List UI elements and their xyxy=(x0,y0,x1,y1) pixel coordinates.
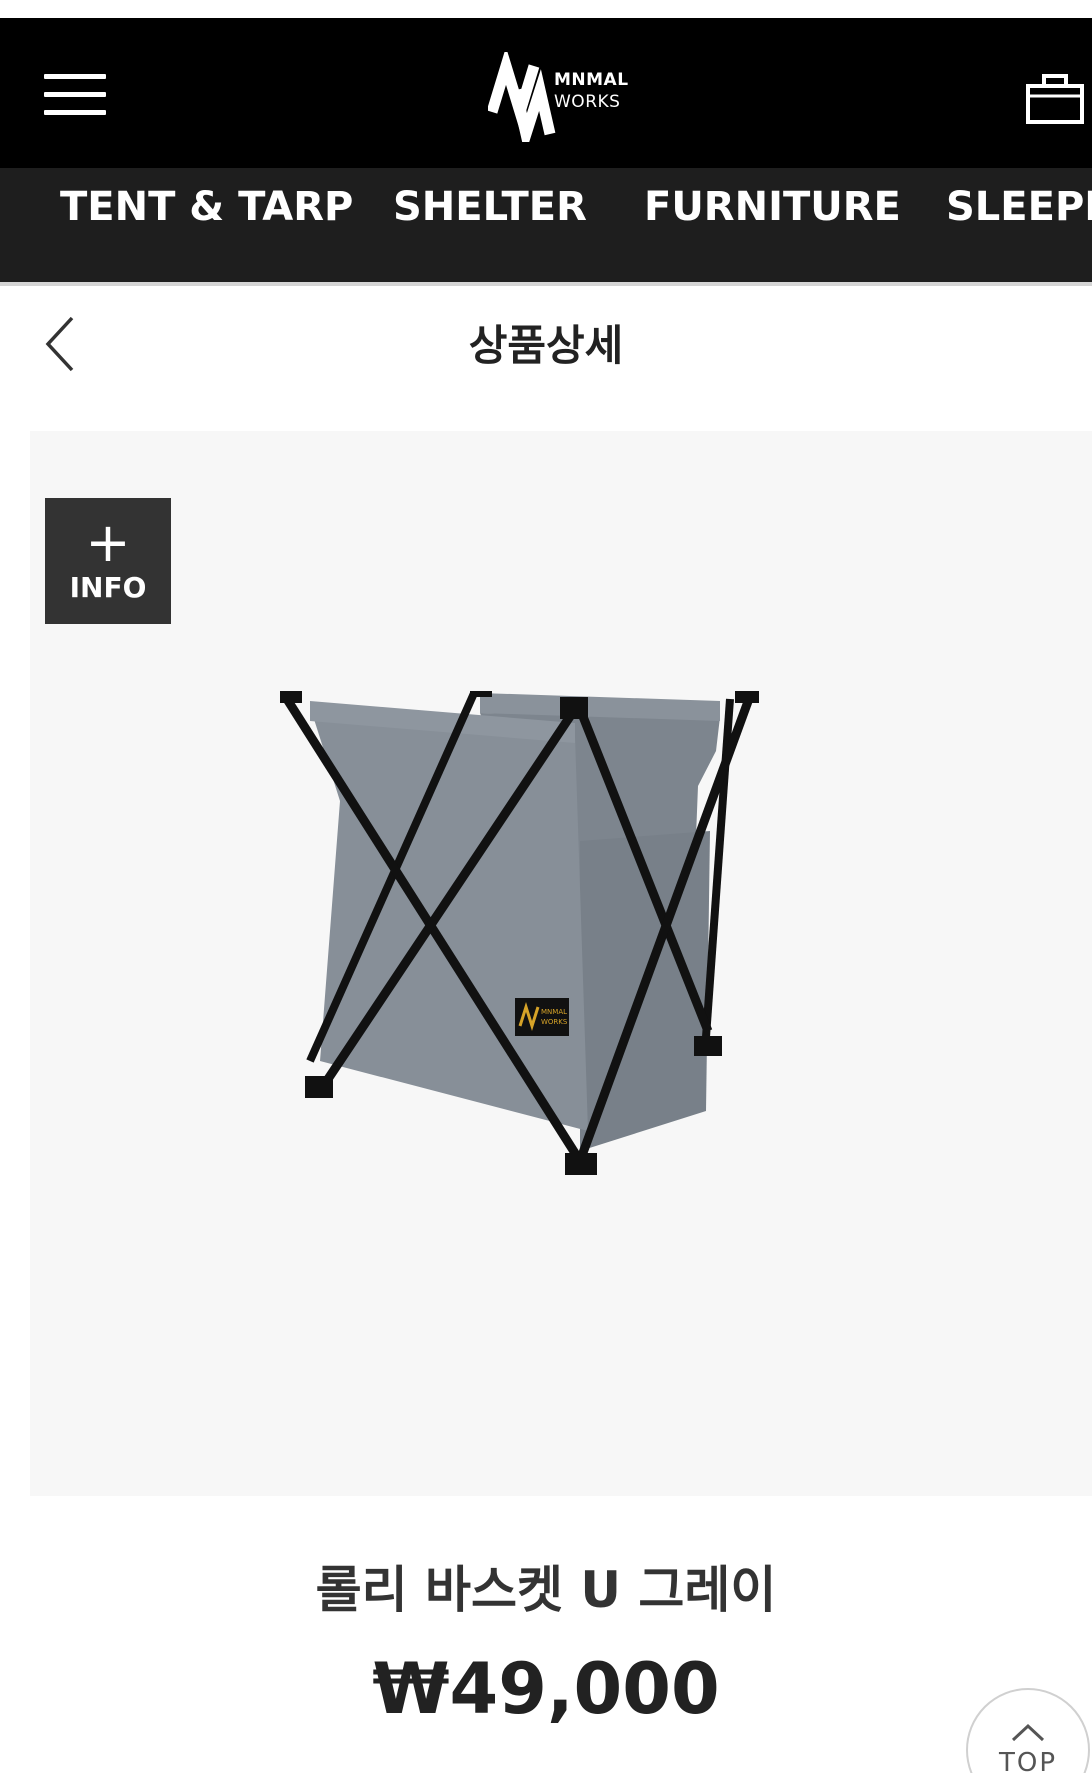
patch-label-works: WORKS xyxy=(541,1018,568,1026)
patch-label-mnmal: MNMAL xyxy=(541,1008,567,1016)
status-strip xyxy=(0,0,1092,18)
basket-product-illustration: MNMAL WORKS xyxy=(280,691,759,1175)
site-header: MNMAL WORKS xyxy=(0,18,1092,168)
category-sleeping[interactable]: SLEEPIN xyxy=(946,168,1092,282)
shopping-bag-icon xyxy=(1026,74,1084,124)
product-price: ₩49,000 xyxy=(372,1648,720,1730)
product-name: 롤리 바스켓 U 그레이 xyxy=(315,1561,777,1619)
brand-logo[interactable]: MNMAL WORKS xyxy=(486,47,648,155)
page-header: 상품상세 xyxy=(0,286,1092,398)
category-furniture[interactable]: FURNITURE xyxy=(644,168,901,282)
logo-text-works: WORKS xyxy=(554,92,621,112)
product-image[interactable]: + INFO MNMAL WORKS xyxy=(30,431,1092,1496)
category-shelter[interactable]: SHELTER xyxy=(393,168,587,282)
menu-line xyxy=(44,74,106,79)
info-button-label: INFO xyxy=(69,571,147,604)
menu-line xyxy=(44,110,106,115)
hamburger-menu-button[interactable] xyxy=(44,74,106,116)
scroll-top-label: TOP xyxy=(998,1748,1058,1773)
page-title: 상품상세 xyxy=(468,321,624,370)
info-button[interactable]: + INFO xyxy=(45,498,171,624)
logo-text-mnmal: MNMAL xyxy=(554,70,629,90)
chevron-up-icon xyxy=(1011,1723,1045,1742)
shopping-bag-button[interactable] xyxy=(1026,72,1084,124)
category-tent-tarp[interactable]: TENT & TARP xyxy=(60,168,353,282)
logo-mark-icon xyxy=(486,47,556,155)
plus-icon: + xyxy=(85,511,131,574)
category-nav: TENT & TARP SHELTER FURNITURE SLEEPIN xyxy=(0,168,1092,282)
menu-line xyxy=(44,92,106,97)
